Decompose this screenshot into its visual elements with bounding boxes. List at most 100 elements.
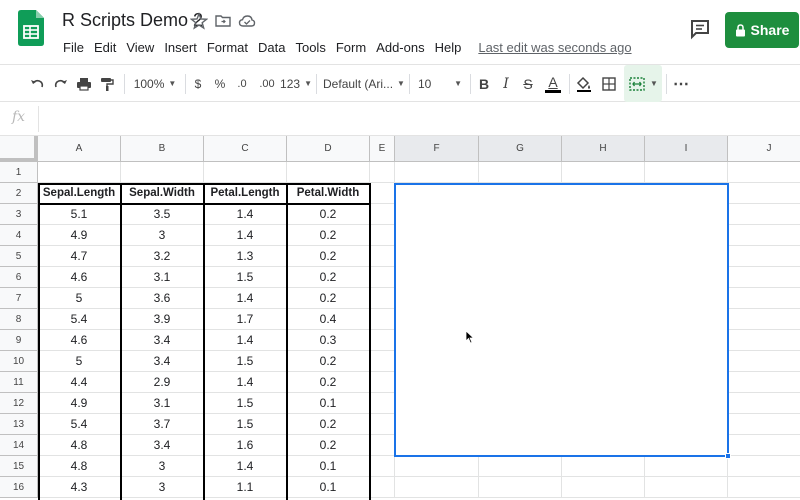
table-cell[interactable]: 3 bbox=[121, 456, 204, 477]
cell[interactable] bbox=[728, 309, 800, 330]
cell[interactable] bbox=[562, 456, 645, 477]
table-cell[interactable]: 5.4 bbox=[38, 309, 121, 330]
cell[interactable] bbox=[728, 477, 800, 498]
table-cell[interactable]: 3.4 bbox=[121, 435, 204, 456]
table-cell[interactable]: 4.7 bbox=[38, 246, 121, 267]
row-header-5[interactable]: 5 bbox=[0, 246, 38, 267]
table-cell[interactable]: 1.5 bbox=[204, 393, 287, 414]
zoom-select[interactable]: 100% ▼ bbox=[130, 65, 180, 102]
table-cell[interactable]: 3 bbox=[121, 477, 204, 498]
cell[interactable] bbox=[370, 477, 395, 498]
percent-format-button[interactable]: % bbox=[212, 65, 228, 102]
star-icon[interactable] bbox=[190, 12, 208, 30]
cell[interactable] bbox=[370, 288, 395, 309]
print-button[interactable] bbox=[75, 65, 93, 102]
table-cell[interactable]: 1.4 bbox=[204, 288, 287, 309]
table-cell[interactable]: 3.7 bbox=[121, 414, 204, 435]
cell[interactable] bbox=[728, 414, 800, 435]
table-cell[interactable]: 3.5 bbox=[121, 204, 204, 225]
document-title[interactable]: R Scripts Demo 2 bbox=[62, 10, 203, 31]
cell[interactable] bbox=[728, 393, 800, 414]
italic-button[interactable]: I bbox=[498, 65, 514, 102]
column-header-c[interactable]: C bbox=[204, 136, 287, 162]
table-cell[interactable]: 3 bbox=[121, 225, 204, 246]
menu-format[interactable]: Format bbox=[202, 38, 253, 57]
merge-cells-button[interactable]: ▼ bbox=[624, 65, 662, 102]
cell[interactable] bbox=[728, 435, 800, 456]
select-all-corner[interactable] bbox=[0, 136, 38, 162]
column-header-j[interactable]: J bbox=[728, 136, 800, 162]
cloud-status-icon[interactable] bbox=[238, 12, 256, 30]
cell[interactable] bbox=[479, 162, 562, 183]
cell[interactable] bbox=[395, 162, 479, 183]
table-cell[interactable]: 0.4 bbox=[287, 309, 370, 330]
font-family-select[interactable]: Default (Ari... ▼ bbox=[323, 65, 405, 102]
table-cell[interactable]: 4.3 bbox=[38, 477, 121, 498]
cell[interactable] bbox=[728, 372, 800, 393]
cell[interactable] bbox=[370, 225, 395, 246]
comment-icon[interactable] bbox=[689, 18, 711, 40]
cell[interactable] bbox=[728, 288, 800, 309]
row-header-12[interactable]: 12 bbox=[0, 393, 38, 414]
menu-insert[interactable]: Insert bbox=[159, 38, 202, 57]
row-header-4[interactable]: 4 bbox=[0, 225, 38, 246]
menu-view[interactable]: View bbox=[121, 38, 159, 57]
menu-edit[interactable]: Edit bbox=[89, 38, 121, 57]
fill-color-button[interactable] bbox=[575, 65, 593, 102]
row-header-1[interactable]: 1 bbox=[0, 162, 38, 183]
cell[interactable] bbox=[370, 204, 395, 225]
table-cell[interactable]: 3.6 bbox=[121, 288, 204, 309]
table-header-cell[interactable]: Sepal.Length bbox=[38, 183, 121, 204]
table-cell[interactable]: 5.1 bbox=[38, 204, 121, 225]
cell[interactable] bbox=[728, 162, 800, 183]
menu-file[interactable]: File bbox=[58, 38, 89, 57]
cell[interactable] bbox=[562, 162, 645, 183]
cell[interactable] bbox=[370, 246, 395, 267]
table-cell[interactable]: 4.9 bbox=[38, 393, 121, 414]
selected-range[interactable] bbox=[394, 183, 729, 457]
table-cell[interactable]: 0.2 bbox=[287, 372, 370, 393]
cell[interactable] bbox=[370, 162, 395, 183]
table-cell[interactable]: 3.1 bbox=[121, 393, 204, 414]
row-header-2[interactable]: 2 bbox=[0, 183, 38, 204]
selection-fill-handle[interactable] bbox=[725, 453, 731, 459]
table-header-cell[interactable]: Petal.Width bbox=[287, 183, 370, 204]
cell[interactable] bbox=[728, 351, 800, 372]
table-cell[interactable]: 4.6 bbox=[38, 330, 121, 351]
increase-decimal-button[interactable]: .00 bbox=[256, 65, 278, 102]
table-cell[interactable]: 1.4 bbox=[204, 330, 287, 351]
table-cell[interactable]: 1.3 bbox=[204, 246, 287, 267]
row-header-13[interactable]: 13 bbox=[0, 414, 38, 435]
table-cell[interactable]: 3.4 bbox=[121, 330, 204, 351]
cell[interactable] bbox=[370, 393, 395, 414]
table-cell[interactable]: 4.4 bbox=[38, 372, 121, 393]
row-header-10[interactable]: 10 bbox=[0, 351, 38, 372]
column-header-g[interactable]: G bbox=[479, 136, 562, 162]
row-header-6[interactable]: 6 bbox=[0, 267, 38, 288]
cell[interactable] bbox=[728, 246, 800, 267]
table-cell[interactable]: 1.5 bbox=[204, 414, 287, 435]
cell[interactable] bbox=[395, 456, 479, 477]
table-cell[interactable]: 0.1 bbox=[287, 456, 370, 477]
text-color-button[interactable]: A bbox=[543, 65, 563, 102]
cell[interactable] bbox=[204, 162, 287, 183]
table-cell[interactable]: 3.4 bbox=[121, 351, 204, 372]
table-cell[interactable]: 1.4 bbox=[204, 204, 287, 225]
column-header-e[interactable]: E bbox=[370, 136, 395, 162]
table-cell[interactable]: 5 bbox=[38, 351, 121, 372]
cell[interactable] bbox=[645, 456, 728, 477]
table-cell[interactable]: 5.4 bbox=[38, 414, 121, 435]
last-edit-link[interactable]: Last edit was seconds ago bbox=[478, 40, 631, 55]
more-options-button[interactable]: ⋯ bbox=[672, 65, 690, 102]
cell[interactable] bbox=[479, 456, 562, 477]
menu-tools[interactable]: Tools bbox=[290, 38, 330, 57]
cell[interactable] bbox=[645, 477, 728, 498]
table-cell[interactable]: 1.7 bbox=[204, 309, 287, 330]
table-cell[interactable]: 0.2 bbox=[287, 414, 370, 435]
row-header-3[interactable]: 3 bbox=[0, 204, 38, 225]
table-cell[interactable]: 0.2 bbox=[287, 435, 370, 456]
table-cell[interactable]: 3.1 bbox=[121, 267, 204, 288]
sheets-logo-icon[interactable] bbox=[18, 10, 44, 46]
row-header-14[interactable]: 14 bbox=[0, 435, 38, 456]
move-to-folder-icon[interactable] bbox=[214, 12, 232, 30]
